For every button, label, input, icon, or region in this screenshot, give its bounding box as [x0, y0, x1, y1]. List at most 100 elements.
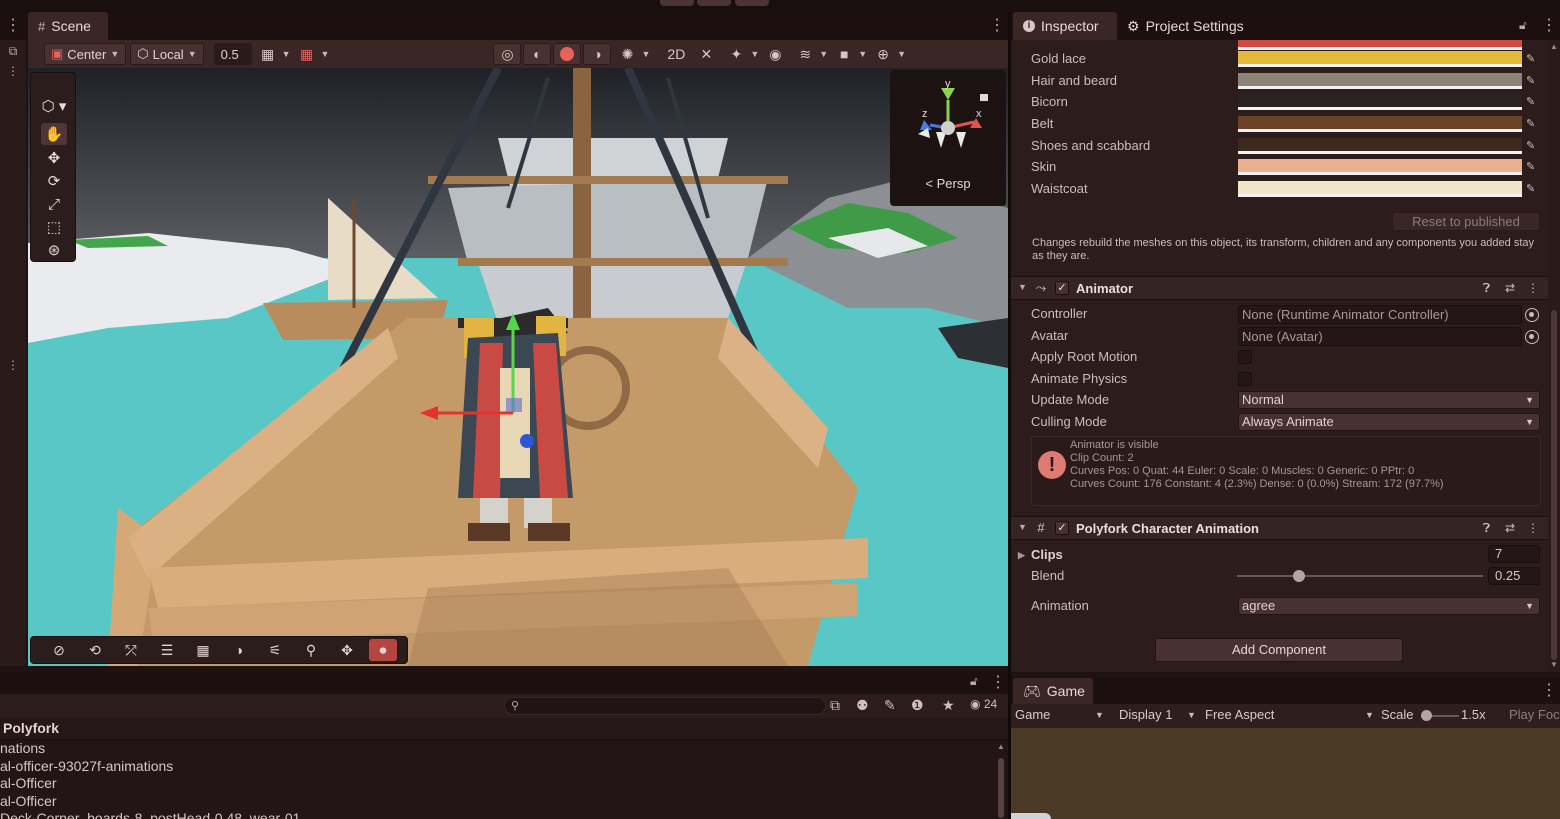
- overlay-toggle-icon[interactable]: ⧉: [4, 44, 22, 62]
- chevron-down-icon[interactable]: ▼: [321, 49, 330, 59]
- rotate-tool-icon[interactable]: ⟳: [41, 170, 67, 192]
- move-tool-icon[interactable]: ✥: [41, 147, 67, 169]
- more-icon[interactable]: ⋮: [1527, 521, 1539, 535]
- orient-icon[interactable]: ⊘: [45, 639, 73, 661]
- inspector-scrollbar[interactable]: ▲ ▼: [1548, 40, 1560, 672]
- aspect-dropdown[interactable]: Free Aspect: [1205, 707, 1274, 722]
- game-viewport[interactable]: [1011, 728, 1560, 819]
- chevron-down-icon[interactable]: ▼: [858, 49, 867, 59]
- list-item[interactable]: Deck-Corner_boards-8_postHead-0.48_wear-…: [0, 810, 1008, 819]
- scroll-down-icon[interactable]: ▼: [1550, 660, 1558, 669]
- animator-header[interactable]: ▼ ⤳ ✓ Animator ❓︎ ⇄ ⋮: [1011, 276, 1548, 300]
- grid-snap-icon[interactable]: ▦: [254, 43, 282, 65]
- chevron-down-icon[interactable]: ▼: [1187, 710, 1196, 720]
- hidden-count-button[interactable]: ◉ 24: [970, 697, 997, 711]
- animate-physics-checkbox[interactable]: [1238, 372, 1252, 386]
- view-options-icon[interactable]: ⬡ ▾: [41, 95, 67, 117]
- animation-dropdown[interactable]: agree ▼: [1238, 597, 1540, 615]
- scene-viewport[interactable]: [28, 68, 1008, 666]
- chevron-down-icon[interactable]: ▼: [750, 49, 759, 59]
- lighting-icon[interactable]: ◑: [583, 43, 612, 65]
- object-picker-icon[interactable]: [1525, 308, 1539, 322]
- presets-icon[interactable]: ⇄: [1505, 521, 1515, 535]
- scene-menu-icon[interactable]: ⋮: [989, 18, 1005, 34]
- tab-scene[interactable]: # Scene: [28, 12, 108, 40]
- 2d-toggle-icon[interactable]: 2D: [662, 43, 690, 65]
- more-icon[interactable]: ⋮: [1541, 18, 1557, 34]
- debug-icon[interactable]: ✺: [613, 43, 641, 65]
- grid-visibility-icon[interactable]: ▦: [293, 43, 321, 65]
- culling-mode-dropdown[interactable]: Always Animate ▼: [1238, 413, 1540, 431]
- polyfork-animation-header[interactable]: ▼ # ✓ Polyfork Character Animation ❓︎ ⇄ …: [1011, 516, 1548, 540]
- more-icon[interactable]: ⋮: [990, 675, 1006, 691]
- more-icon[interactable]: ⋮: [1541, 683, 1557, 699]
- list-item[interactable]: nations: [0, 740, 1008, 758]
- favorite-icon[interactable]: ★: [942, 697, 955, 714]
- scroll-up-icon[interactable]: ▲: [1550, 42, 1558, 51]
- eyedropper-icon[interactable]: ✎: [1526, 160, 1540, 176]
- color-field-gold-lace[interactable]: [1238, 51, 1522, 67]
- tab-project-settings[interactable]: ⚙ Project Settings: [1117, 12, 1257, 40]
- search-by-type-icon[interactable]: ⧉: [830, 697, 840, 714]
- clips-foldout[interactable]: ▶ Clips: [1018, 545, 1063, 565]
- more-icon[interactable]: ⋮: [5, 18, 21, 34]
- shaded-wire-icon[interactable]: ◐: [523, 43, 552, 65]
- color-field-facings[interactable]: [1238, 40, 1522, 50]
- help-icon[interactable]: ❓︎: [1483, 281, 1490, 296]
- blend-slider-track[interactable]: [1237, 575, 1483, 577]
- orientation-gizmo[interactable]: y x z < Persp: [890, 70, 1006, 206]
- hand-tool-icon[interactable]: ✋: [41, 123, 67, 145]
- object-picker-icon[interactable]: [1525, 330, 1539, 344]
- clips-size-field[interactable]: 7: [1488, 545, 1540, 563]
- controller-field[interactable]: None (Runtime Animator Controller): [1238, 305, 1522, 324]
- scroll-thumb[interactable]: [998, 758, 1004, 818]
- bones-icon[interactable]: ⤱: [117, 639, 145, 661]
- polyfork-enabled-checkbox[interactable]: ✓: [1055, 521, 1069, 535]
- chevron-down-icon[interactable]: ▼: [819, 49, 828, 59]
- apply-root-motion-checkbox[interactable]: [1238, 350, 1252, 364]
- draw-mode-icon[interactable]: ◎: [493, 43, 522, 65]
- chevron-down-icon[interactable]: ▼: [282, 49, 291, 59]
- chevron-down-icon[interactable]: ▼: [1095, 710, 1104, 720]
- more-icon[interactable]: ⋮: [4, 358, 22, 376]
- eyedropper-icon[interactable]: ✎: [1526, 74, 1540, 90]
- layers-icon[interactable]: ≋: [791, 43, 819, 65]
- gizmos-icon[interactable]: ⊕: [869, 43, 897, 65]
- rect-tool-icon[interactable]: ⬚: [41, 216, 67, 238]
- eyedropper-icon[interactable]: ✎: [1526, 95, 1540, 111]
- fold-icon[interactable]: ▼: [1018, 282, 1027, 292]
- grid-icon[interactable]: ▦: [189, 639, 217, 661]
- projection-toggle[interactable]: < Persp: [890, 176, 1006, 191]
- lock-icon[interactable]: 🔓︎: [1519, 19, 1527, 31]
- project-scrollbar[interactable]: ▲: [996, 742, 1006, 819]
- space-local-button[interactable]: ⬡ Local ▼: [130, 43, 204, 65]
- audio-icon[interactable]: ✕: [692, 43, 720, 65]
- pivot-center-button[interactable]: ▣ Center ▼: [44, 43, 127, 65]
- lock-icon[interactable]: 🔓︎: [970, 675, 978, 687]
- scroll-up-icon[interactable]: ▲: [997, 742, 1005, 751]
- presets-icon[interactable]: ⇄: [1505, 281, 1515, 295]
- filter-icon[interactable]: ⚉: [856, 697, 869, 714]
- animator-enabled-checkbox[interactable]: ✓: [1055, 281, 1069, 295]
- chevron-down-icon[interactable]: ▼: [897, 49, 906, 59]
- color-field-hair-and-beard[interactable]: [1238, 73, 1522, 89]
- update-mode-dropdown[interactable]: Normal ▼: [1238, 391, 1540, 409]
- help-icon[interactable]: ❓︎: [1483, 521, 1490, 536]
- move-icon[interactable]: ✥: [333, 639, 361, 661]
- visibility-icon[interactable]: ◉: [761, 43, 789, 65]
- play-focused-toggle[interactable]: Play Foc: [1509, 707, 1560, 722]
- label-icon[interactable]: ✎: [884, 697, 896, 714]
- reset-to-published-button[interactable]: Reset to published: [1392, 212, 1540, 231]
- scale-tool-icon[interactable]: ⤢: [41, 193, 67, 215]
- list-item[interactable]: al-Officer: [0, 793, 1008, 811]
- eyedropper-icon[interactable]: ✎: [1526, 139, 1540, 155]
- color-field-skin[interactable]: [1238, 159, 1522, 175]
- eyedropper-icon[interactable]: ✎: [1526, 182, 1540, 198]
- blend-value-field[interactable]: 0.25: [1488, 567, 1540, 585]
- fold-icon[interactable]: ▼: [1018, 522, 1027, 532]
- effects-icon[interactable]: ✦: [722, 43, 750, 65]
- eyedropper-icon[interactable]: ✎: [1526, 117, 1540, 133]
- shaded-icon[interactable]: [553, 43, 582, 65]
- rotate-icon[interactable]: ⟲: [81, 639, 109, 661]
- chevron-down-icon[interactable]: ▼: [1365, 710, 1374, 720]
